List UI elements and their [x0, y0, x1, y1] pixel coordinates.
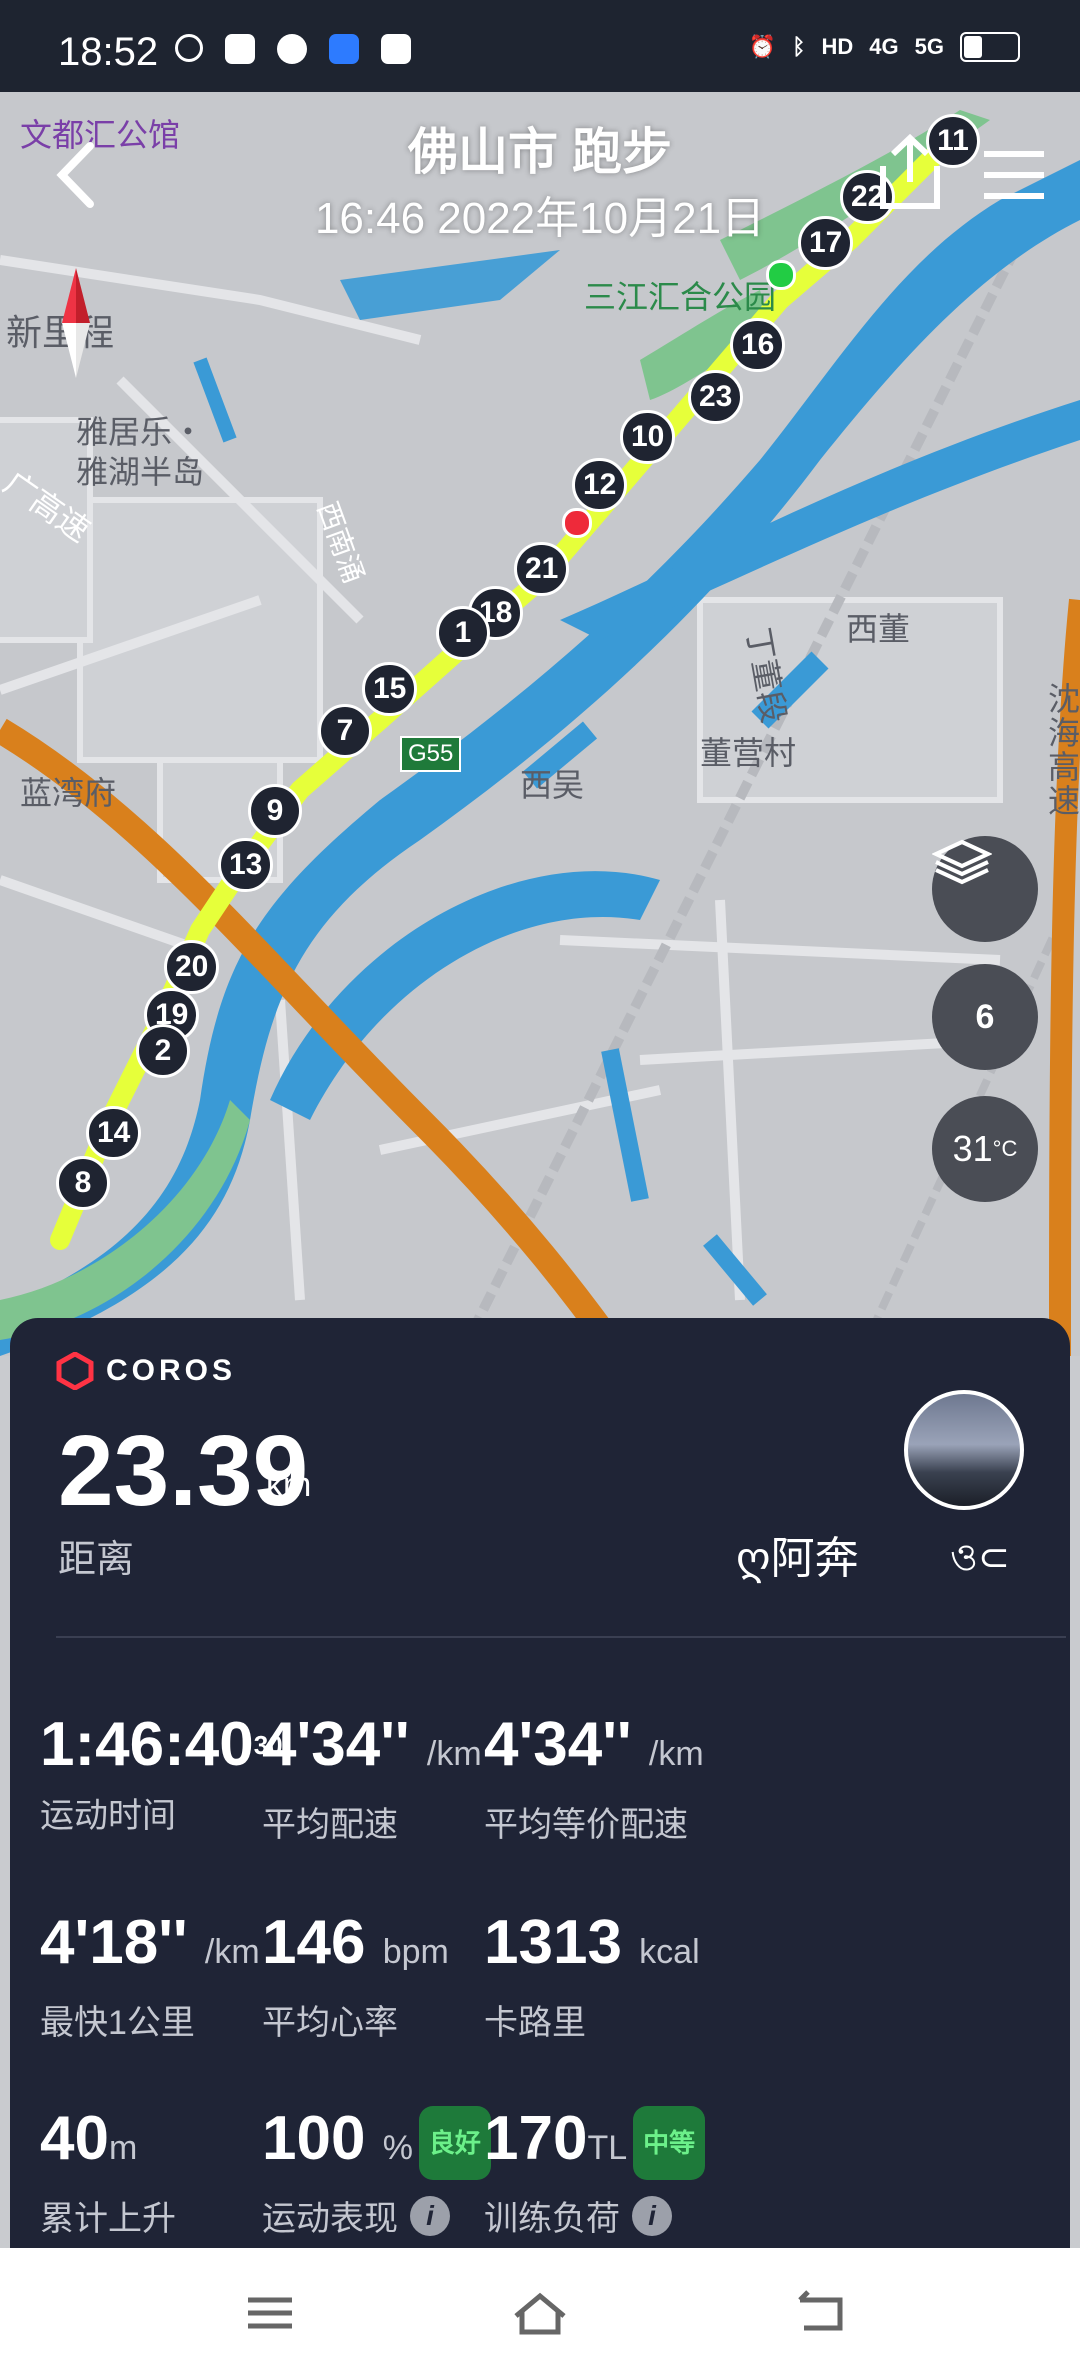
map-label-village: 西董 — [846, 611, 911, 647]
divider — [56, 1636, 1066, 1638]
stat-unit: /km — [204, 1933, 260, 1971]
map-label-park: 三江汇合公园 — [584, 279, 777, 315]
map-label-village: 西吴 — [520, 767, 585, 803]
activity-summary-panel: COROS 23.39 km 距离 ღ阿奔 ও⊂ 1:46:4030 运动时间 … — [10, 1318, 1070, 2248]
distance-label: 距离 — [58, 1539, 135, 1581]
notification-icons — [175, 34, 411, 64]
lap-marker[interactable]: 8 — [56, 1156, 110, 1210]
brand-name: COROS — [106, 1354, 237, 1387]
stat-avg-equiv-pace: 4'34'' /km 平均等价配速 — [484, 1710, 804, 1846]
alarm-icon: ⏰ — [748, 34, 777, 59]
compass-value: 6 — [975, 997, 995, 1036]
lap-marker[interactable]: 9 — [248, 784, 302, 838]
north-arrow-icon — [62, 268, 90, 378]
lap-marker[interactable]: 16 — [730, 318, 786, 372]
map-label-poi: 雅居乐・ 雅湖半岛 — [76, 414, 205, 490]
stat-unit: /km — [648, 1735, 704, 1773]
username: ღ阿奔 — [736, 1534, 859, 1583]
info-icon[interactable]: i — [632, 2195, 672, 2236]
performance-badge: 良好 — [418, 2105, 491, 2180]
stat-label: 卡路里 — [484, 2004, 586, 2042]
bluetooth-icon: ᛒ — [792, 34, 806, 59]
battery-icon — [960, 32, 1020, 62]
stat-value: 170 — [484, 2104, 588, 2173]
stat-value: 40 — [40, 2104, 109, 2173]
lap-marker[interactable]: 12 — [572, 458, 628, 512]
stat-label: 运动表现 — [262, 2200, 398, 2238]
stat-value: 100 — [262, 2104, 366, 2173]
temperature-badge: 31 °C — [932, 1096, 1038, 1202]
lap-marker[interactable]: 20 — [164, 940, 220, 994]
menu-button[interactable] — [980, 148, 1048, 202]
map-canvas — [0, 92, 1080, 1356]
layers-icon — [932, 839, 992, 885]
map-label-road: 沈海高速 — [1048, 681, 1080, 819]
back-nav-button[interactable] — [790, 2288, 850, 2338]
stat-calories: 1313 kcal 卡路里 — [484, 1908, 804, 2044]
stat-training-load: 170TL 中等 训练负荷 i — [484, 2104, 804, 2240]
app-icon — [329, 34, 359, 64]
stat-value: 4'34'' — [262, 1710, 410, 1779]
stat-value: 4'18'' — [40, 1908, 188, 1977]
lap-marker[interactable]: 13 — [218, 838, 274, 892]
stat-value: 1313 — [484, 1908, 622, 1977]
lap-marker[interactable]: 1 — [436, 606, 490, 660]
start-point-icon — [766, 260, 796, 290]
notification-icon — [175, 34, 203, 62]
stat-unit: m — [108, 2129, 138, 2167]
signal-5g: 5G — [914, 34, 944, 59]
lap-marker[interactable]: 23 — [688, 370, 744, 424]
stat-unit: bpm — [382, 1933, 449, 1971]
share-button[interactable] — [875, 132, 945, 212]
route-map[interactable]: 文都汇公馆 新里程 雅居乐・ 雅湖半岛 三江汇合公园 广高速 西南涌 西董 丁董… — [0, 92, 1080, 1356]
stat-value: 4'34'' — [484, 1710, 632, 1779]
layers-button[interactable] — [932, 836, 1038, 942]
stat-value: 146 — [262, 1908, 366, 1977]
end-point-icon — [562, 508, 592, 538]
map-label-poi: 蓝湾府 — [20, 775, 117, 811]
stat-value: 1:46:40 — [40, 1710, 254, 1779]
highway-shield: G55 — [400, 736, 462, 772]
username-suffix: ও⊂ — [950, 1537, 1010, 1579]
status-time: 18:52 — [58, 30, 159, 74]
hd-icon: HD — [821, 34, 854, 59]
coros-logo-icon — [56, 1352, 94, 1390]
stat-label: 平均等价配速 — [484, 1806, 688, 1844]
app-icon — [225, 34, 255, 64]
brand-logo: COROS — [56, 1352, 236, 1390]
stat-label: 训练负荷 — [484, 2200, 620, 2238]
stat-unit: /km — [426, 1735, 482, 1773]
lap-marker[interactable]: 21 — [514, 542, 570, 596]
mail-icon — [381, 34, 411, 64]
lap-marker[interactable]: 2 — [136, 1024, 190, 1078]
avatar[interactable] — [904, 1390, 1024, 1510]
stat-unit: % — [382, 2129, 413, 2167]
lap-marker[interactable]: 7 — [318, 704, 372, 758]
distance-unit: km — [266, 1466, 312, 1504]
stat-unit: kcal — [639, 1933, 700, 1971]
system-icons: ⏰ ᛒ HD 4G 5G — [749, 32, 1020, 62]
upload-icon — [277, 34, 307, 64]
temperature-value: 31 — [952, 1128, 993, 1169]
lap-marker[interactable]: 14 — [86, 1106, 142, 1160]
lap-marker[interactable]: 10 — [620, 410, 676, 464]
compass-button[interactable]: 6 — [932, 964, 1038, 1070]
stat-unit: TL — [587, 2129, 628, 2167]
signal-4g: 4G — [869, 34, 899, 59]
training-load-badge: 中等 — [633, 2105, 706, 2180]
recent-apps-button[interactable] — [240, 2288, 300, 2338]
temperature-unit: °C — [992, 1136, 1018, 1161]
lap-marker[interactable]: 15 — [362, 662, 418, 716]
status-bar: 18:52 ⏰ ᛒ HD 4G 5G — [0, 0, 1080, 92]
system-nav-bar — [0, 2248, 1080, 2376]
map-label-village: 董营村 — [700, 735, 797, 771]
home-button[interactable] — [510, 2288, 570, 2338]
info-icon[interactable]: i — [410, 2195, 450, 2236]
